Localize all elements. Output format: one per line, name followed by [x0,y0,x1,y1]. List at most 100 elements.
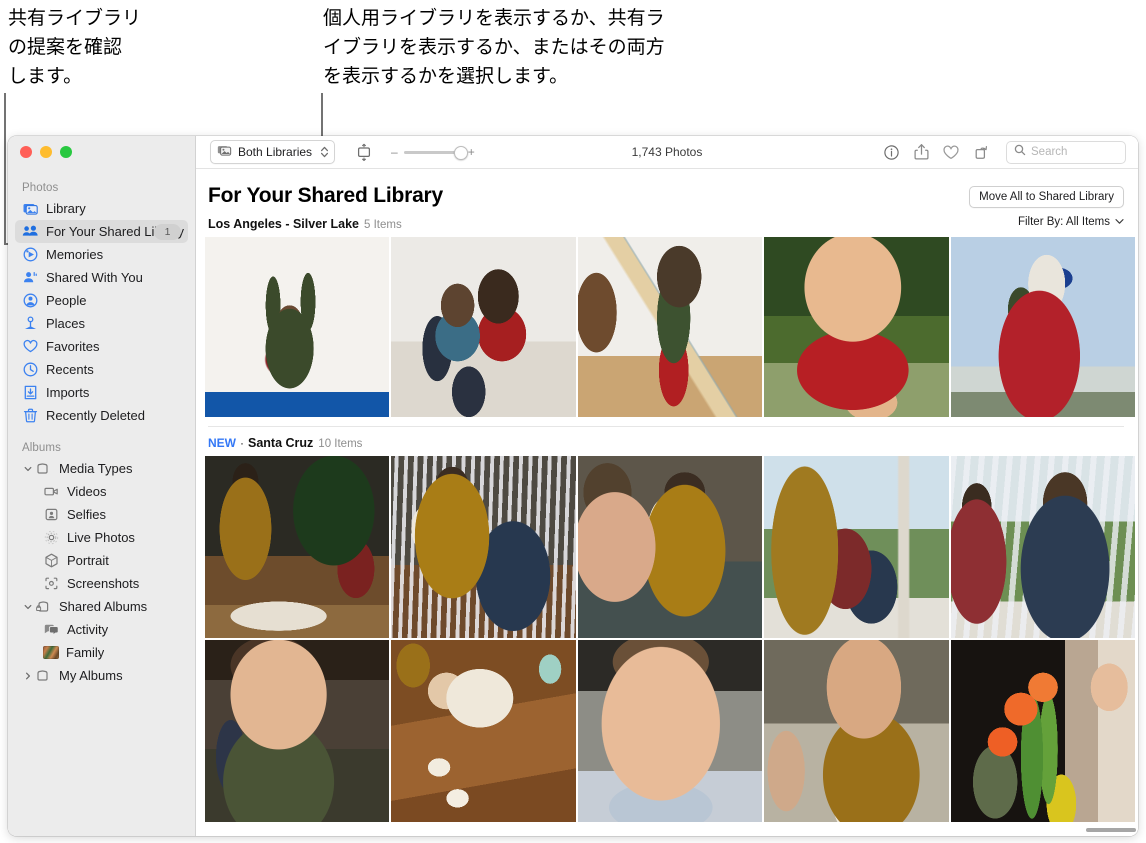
zoom-slider-track[interactable] [403,146,468,160]
favorite-button[interactable] [938,140,964,164]
imports-icon [22,384,39,401]
sidebar-item-shared-with-you[interactable]: Shared With You [15,266,188,289]
content-area[interactable]: For Your Shared Library Move All to Shar… [196,169,1138,836]
photo-cell[interactable] [950,237,1136,417]
info-button[interactable] [878,140,904,164]
shared-folder-icon [35,598,52,615]
shared-library-icon [22,223,39,240]
chevron-right-icon[interactable] [22,672,34,680]
chevron-down-icon[interactable] [22,603,34,611]
live-photo-icon [43,529,60,546]
library-select-value: Both Libraries [238,145,313,159]
library-select[interactable]: Both Libraries [210,140,336,164]
sidebar-item-portrait[interactable]: Portrait [15,549,188,572]
chevron-up-down-icon[interactable] [320,145,329,159]
aspect-ratio-button[interactable] [351,140,377,164]
sidebar-item-favorites[interactable]: Favorites [15,335,188,358]
sidebar-item-label: Places [46,316,86,331]
folder-icon [35,460,52,477]
search-input[interactable] [1031,146,1118,158]
sidebar-item-people[interactable]: People [15,289,188,312]
group-count: 5 Items [363,219,402,231]
sidebar-item-label: Portrait [67,553,109,568]
sidebar-item-imports[interactable]: Imports [15,381,188,404]
zoom-slider[interactable]: – + [391,146,475,160]
sidebar-item-shared-albums[interactable]: Shared Albums [15,595,188,618]
selfie-icon [43,506,60,523]
activity-icon [43,621,60,638]
photo-cell[interactable] [950,456,1136,638]
recents-icon [22,361,39,378]
photo-cell[interactable] [764,456,949,638]
separator-dot: · [240,436,244,450]
sidebar-item-videos[interactable]: Videos [15,480,188,503]
photo-cell[interactable] [577,237,763,417]
close-icon[interactable] [20,146,32,158]
photo-cell[interactable] [205,640,390,822]
photo-cell[interactable] [764,640,949,822]
share-button[interactable] [908,140,934,164]
sidebar-item-memories[interactable]: Memories [15,243,188,266]
photo-cell[interactable] [205,237,390,417]
video-icon [43,483,60,500]
sidebar-item-label: Media Types [59,461,133,476]
sidebar-item-label: Selfies [67,507,107,522]
photo-cell[interactable] [577,456,763,638]
sidebar-item-screenshots[interactable]: Screenshots [15,572,188,595]
library-icon [217,144,232,160]
sidebar-item-label: People [46,293,87,308]
chevron-down-icon[interactable] [22,465,34,473]
sidebar-scroll-area[interactable]: Photos Library For Your Shared Library 1… [8,176,195,836]
rotate-button[interactable] [968,140,994,164]
sidebar-item-for-your-shared-library[interactable]: For Your Shared Library 1 [15,220,188,243]
sidebar-item-media-types[interactable]: Media Types [15,457,188,480]
sidebar-section-albums-title: Albums [22,442,61,454]
sidebar-item-label: Family [66,645,105,660]
memories-icon [22,246,39,263]
group-title: Santa Cruz [248,436,314,450]
filter-by-control[interactable]: Filter By: All Items [1018,216,1124,228]
screenshot-icon [43,575,60,592]
zoom-out-label[interactable]: – [391,146,398,158]
sidebar-item-library[interactable]: Library [15,197,188,220]
sidebar-item-label: Shared Albums [59,599,148,614]
photo-cell[interactable] [391,237,576,417]
photos-window: Photos Library For Your Shared Library 1… [8,136,1138,836]
sidebar-item-recently-deleted[interactable]: Recently Deleted [15,404,188,427]
sidebar-item-selfies[interactable]: Selfies [15,503,188,526]
sidebar-item-family[interactable]: Family [15,641,188,664]
vertical-scrollbar-thumb[interactable] [1086,828,1136,832]
photo-cell[interactable] [950,640,1136,822]
callout-right-text: 個人用ライブラリを表示するか、共有ラ イブラリを表示するか、またはその両方 を表… [323,7,665,87]
sidebar-item-my-albums[interactable]: My Albums [15,664,188,687]
photo-cell[interactable] [391,640,576,822]
sidebar-item-activity[interactable]: Activity [15,618,188,641]
chevron-down-icon [1115,216,1124,228]
sidebar-item-live-photos[interactable]: Live Photos [15,526,188,549]
search-box[interactable] [1006,140,1126,164]
sidebar-item-label: Recents [46,362,94,377]
group-header: Los Angeles - Silver Lake 5 Items Filter… [196,208,1138,237]
sidebar-item-recents[interactable]: Recents [15,358,188,381]
album-thumbnail [43,646,59,659]
sidebar-section-photos-title: Photos [22,182,59,194]
photo-cell[interactable] [205,456,390,638]
main-pane: Both Libraries – + 1,743 Photos Search F… [196,136,1138,836]
zoom-icon[interactable] [60,146,72,158]
photo-cell[interactable] [391,456,576,638]
zoom-slider-knob[interactable] [453,146,468,160]
status-badge: 1 [154,223,181,240]
filter-by-label: Filter By: All Items [1017,216,1110,228]
portrait-icon [43,552,60,569]
sidebar-item-places[interactable]: Places [15,312,188,335]
zoom-in-label[interactable]: + [468,146,475,158]
sidebar-item-label: Library [46,201,86,216]
trash-icon [22,407,39,424]
move-all-to-shared-library-button[interactable]: Move All to Shared Library [969,186,1124,208]
photo-cell[interactable] [764,237,949,417]
callout-left-text: 共有ライブラリ の提案を確認 します。 [8,7,142,87]
window-controls [20,146,72,158]
minimize-icon[interactable] [40,146,52,158]
photo-cell[interactable] [577,640,763,822]
toolbar-right-group [878,140,1126,164]
